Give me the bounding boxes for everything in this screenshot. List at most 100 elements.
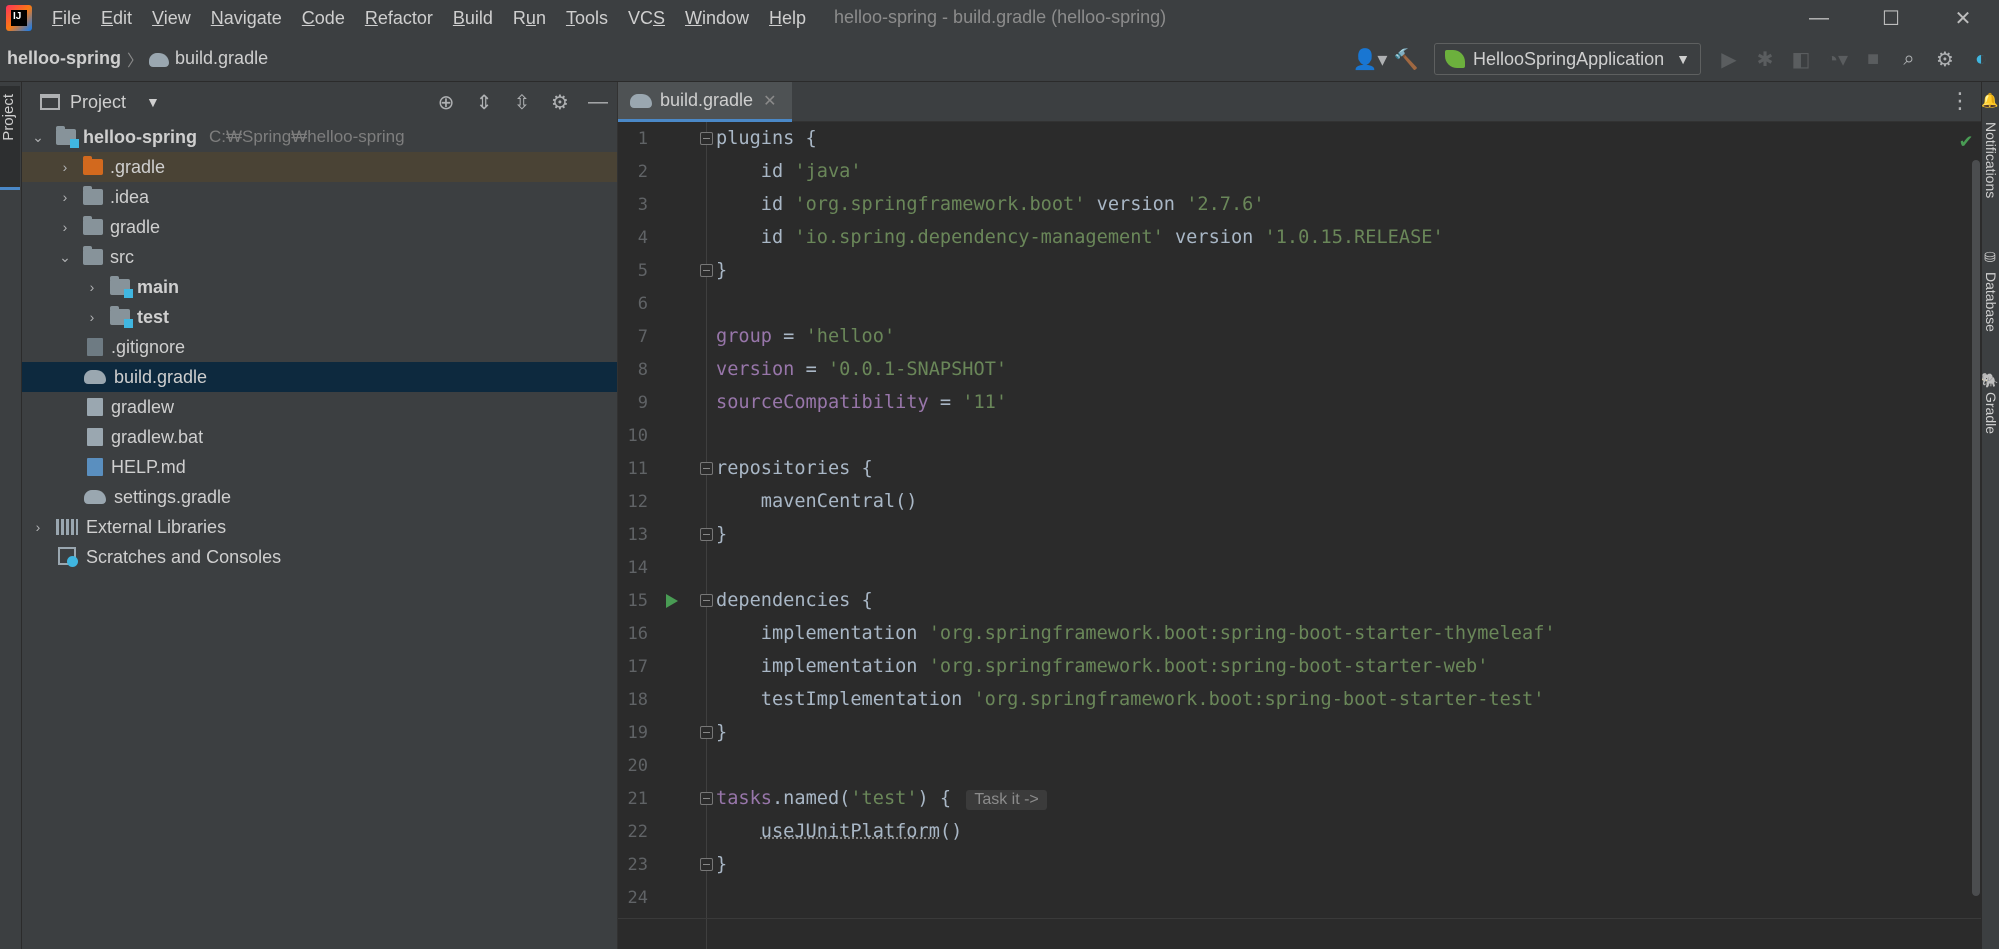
stop-icon[interactable]: ■ bbox=[1855, 41, 1891, 77]
run-gutter-icon[interactable] bbox=[666, 593, 678, 608]
tree-item-gradlew-bat[interactable]: gradlew.bat bbox=[22, 422, 617, 452]
coverage-icon[interactable]: ◧ bbox=[1783, 41, 1819, 77]
code-line[interactable]: 9 sourceCompatibility = '11' bbox=[618, 386, 1938, 419]
chevron-down-icon[interactable]: ▼ bbox=[146, 94, 160, 110]
inlay-hint[interactable]: Task it -> bbox=[966, 789, 1047, 810]
gradle-tool-icon[interactable]: 🐘 bbox=[1983, 372, 1999, 389]
run-configuration-selector[interactable]: HellooSpringApplication ▼ bbox=[1434, 43, 1701, 75]
tree-item-gitignore[interactable]: .gitignore bbox=[22, 332, 617, 362]
tree-item-gradlew[interactable]: gradlew bbox=[22, 392, 617, 422]
code-line[interactable]: 17 implementation 'org.springframework.b… bbox=[618, 650, 1938, 683]
tree-item-main[interactable]: › main bbox=[22, 272, 617, 302]
menu-window[interactable]: Window bbox=[685, 8, 749, 29]
code-line[interactable]: 18 testImplementation 'org.springframewo… bbox=[618, 683, 1938, 716]
close-tab-icon[interactable]: ✕ bbox=[763, 91, 776, 111]
menu-code[interactable]: Code bbox=[302, 8, 345, 29]
fold-marker-icon[interactable] bbox=[700, 462, 713, 475]
menu-tools[interactable]: Tools bbox=[566, 8, 608, 29]
chevron-right-icon[interactable]: › bbox=[82, 309, 102, 325]
chevron-right-icon[interactable]: › bbox=[55, 159, 75, 175]
code-line[interactable]: 2 id 'java' bbox=[618, 155, 1938, 188]
more-options-icon[interactable]: ⋮ bbox=[1949, 88, 1971, 114]
run-icon[interactable]: ▶ bbox=[1711, 41, 1747, 77]
hide-panel-icon[interactable]: — bbox=[579, 91, 617, 114]
menu-refactor[interactable]: Refactor bbox=[365, 8, 433, 29]
account-icon[interactable]: 👤▾ bbox=[1352, 41, 1388, 77]
fold-marker-icon[interactable] bbox=[700, 792, 713, 805]
expand-all-icon[interactable]: ⇕ bbox=[465, 90, 503, 115]
breadcrumb-file[interactable]: build.gradle bbox=[175, 48, 268, 69]
code-line[interactable]: 20 bbox=[618, 749, 1938, 782]
tree-item-build-gradle[interactable]: build.gradle bbox=[22, 362, 617, 392]
code-line[interactable]: 7 group = 'helloo' bbox=[618, 320, 1938, 353]
profile-icon[interactable]: ◔▾ bbox=[1819, 41, 1855, 77]
chevron-right-icon[interactable]: › bbox=[55, 219, 75, 235]
code-line[interactable]: 22 useJUnitPlatform() bbox=[618, 815, 1938, 848]
editor-tab-build-gradle[interactable]: build.gradle ✕ bbox=[618, 82, 792, 122]
database-icon[interactable]: ⛁ bbox=[1983, 250, 1999, 266]
tree-item-idea[interactable]: › .idea bbox=[22, 182, 617, 212]
code-line[interactable]: 8 version = '0.0.1-SNAPSHOT' bbox=[618, 353, 1938, 386]
minimize-button[interactable]: — bbox=[1783, 0, 1855, 36]
notifications-tab[interactable]: Notifications bbox=[1983, 122, 1999, 198]
maximize-button[interactable]: ☐ bbox=[1855, 0, 1927, 36]
breadcrumb-project[interactable]: helloo-spring bbox=[7, 48, 121, 69]
tree-item-test[interactable]: › test bbox=[22, 302, 617, 332]
select-opened-file-icon[interactable]: ⊕ bbox=[427, 90, 465, 115]
code-line[interactable]: 10 bbox=[618, 419, 1938, 452]
collapse-all-icon[interactable]: ⇳ bbox=[503, 90, 541, 115]
search-icon[interactable]: ⌕ bbox=[1891, 41, 1927, 77]
menu-navigate[interactable]: Navigate bbox=[211, 8, 282, 29]
build-hammer-icon[interactable]: 🔨 bbox=[1388, 41, 1424, 77]
code-line[interactable]: 3 id 'org.springframework.boot' version … bbox=[618, 188, 1938, 221]
tree-item-scratches[interactable]: Scratches and Consoles bbox=[22, 542, 617, 572]
tree-item-gradle[interactable]: › gradle bbox=[22, 212, 617, 242]
chevron-right-icon[interactable]: › bbox=[28, 519, 48, 535]
code-line[interactable]: 4 id 'io.spring.dependency-management' v… bbox=[618, 221, 1938, 254]
project-tool-tab[interactable]: Project bbox=[0, 86, 20, 190]
fold-marker-icon[interactable] bbox=[700, 726, 713, 739]
code-line[interactable]: 15 dependencies { bbox=[618, 584, 1938, 617]
menu-build[interactable]: Build bbox=[453, 8, 493, 29]
menu-help[interactable]: Help bbox=[769, 8, 806, 29]
code-line[interactable]: 6 bbox=[618, 287, 1938, 320]
gradle-tab[interactable]: Gradle bbox=[1983, 392, 1999, 434]
tree-item-external-libraries[interactable]: › External Libraries bbox=[22, 512, 617, 542]
tree-item-src[interactable]: ⌄ src bbox=[22, 242, 617, 272]
code-line[interactable]: 14 bbox=[618, 551, 1938, 584]
code-line[interactable]: 1 plugins { bbox=[618, 122, 1938, 155]
close-button[interactable]: ✕ bbox=[1927, 0, 1999, 36]
menu-view[interactable]: View bbox=[152, 8, 191, 29]
code-line[interactable]: 24 bbox=[618, 881, 1938, 914]
code-line[interactable]: 21 tasks.named('test') { Task it -> bbox=[618, 782, 1938, 815]
chevron-down-icon[interactable]: ⌄ bbox=[28, 129, 48, 146]
code-line[interactable]: 5} bbox=[618, 254, 1938, 287]
fold-marker-icon[interactable] bbox=[700, 528, 713, 541]
code-line[interactable]: 16 implementation 'org.springframework.b… bbox=[618, 617, 1938, 650]
scrollbar-thumb[interactable] bbox=[1972, 160, 1980, 896]
notifications-bell-icon[interactable]: 🔔 bbox=[1983, 92, 1999, 109]
tree-item-settings-gradle[interactable]: settings.gradle bbox=[22, 482, 617, 512]
code-line[interactable]: 23} bbox=[618, 848, 1938, 881]
debug-icon[interactable]: ✱ bbox=[1747, 41, 1783, 77]
fold-marker-icon[interactable] bbox=[700, 594, 713, 607]
code-line[interactable]: 11 repositories { bbox=[618, 452, 1938, 485]
intellij-logo-icon[interactable]: IJ bbox=[6, 5, 32, 31]
tree-item-root[interactable]: ⌄ helloo-spring C:₩Spring₩helloo-spring bbox=[22, 122, 617, 152]
menu-edit[interactable]: Edit bbox=[101, 8, 132, 29]
fold-marker-icon[interactable] bbox=[700, 132, 713, 145]
chevron-down-icon[interactable]: ⌄ bbox=[55, 249, 75, 266]
code-line[interactable]: 13} bbox=[618, 518, 1938, 551]
code-line[interactable]: 12 mavenCentral() bbox=[618, 485, 1938, 518]
jetbrains-ai-icon[interactable]: ◐ bbox=[1963, 41, 1999, 77]
chevron-right-icon[interactable]: › bbox=[82, 279, 102, 295]
menu-run[interactable]: Run bbox=[513, 8, 546, 29]
code-area[interactable]: ✔ 1 plugins { 2 id 'java' 3 id 'org.sprin… bbox=[618, 122, 1982, 949]
settings-gear-icon[interactable]: ⚙ bbox=[1927, 41, 1963, 77]
database-tab[interactable]: Database bbox=[1983, 272, 1999, 332]
menu-vcs[interactable]: VCS bbox=[628, 8, 665, 29]
fold-marker-icon[interactable] bbox=[700, 858, 713, 871]
project-panel-title[interactable]: Project bbox=[70, 92, 126, 113]
menu-file[interactable]: File bbox=[52, 8, 81, 29]
options-gear-icon[interactable]: ⚙ bbox=[541, 90, 579, 115]
